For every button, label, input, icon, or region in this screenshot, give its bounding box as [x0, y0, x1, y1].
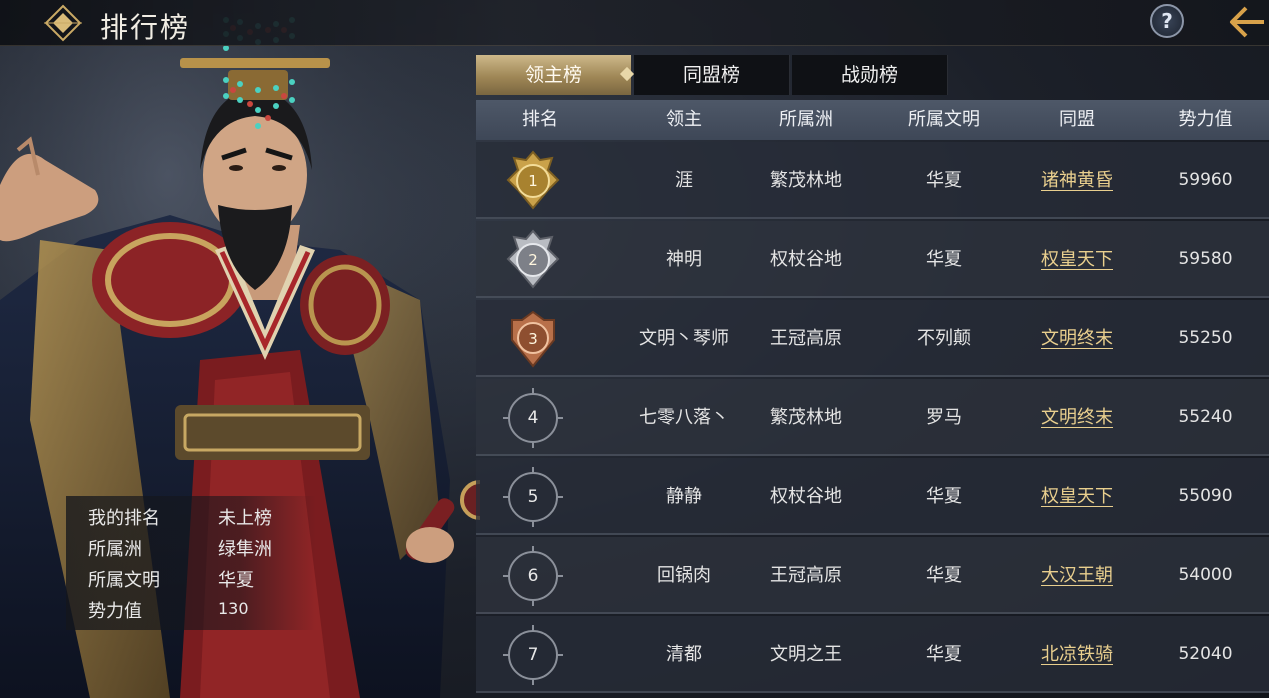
- continent: 权杖谷地: [770, 486, 842, 507]
- tab-merit-ranking[interactable]: 战勋榜: [792, 55, 948, 95]
- column-header-power: 势力值: [1178, 109, 1233, 130]
- alliance-link[interactable]: 北凉铁骑: [1012, 616, 1142, 693]
- gold-medal-icon: 1: [500, 148, 566, 214]
- back-arrow-icon[interactable]: [1224, 2, 1266, 42]
- column-header-continent: 所属洲: [779, 109, 833, 130]
- page-title: 排行榜: [100, 11, 191, 44]
- lord-name: 回锅肉: [657, 565, 711, 586]
- my-continent-label: 所属洲: [88, 539, 142, 560]
- continent: 王冠高原: [770, 565, 842, 586]
- table-row[interactable]: 4 七零八落丶 繁茂林地 罗马 文明终末 55240: [476, 379, 1269, 456]
- table-row[interactable]: 7 清都 文明之王 华夏 北凉铁骑 52040: [476, 616, 1269, 693]
- civilization: 华夏: [926, 170, 962, 191]
- my-civilization-value: 华夏: [218, 570, 254, 591]
- civilization: 不列颠: [917, 328, 971, 349]
- alliance-link[interactable]: 权皇天下: [1012, 221, 1142, 298]
- power-value: 59960: [1178, 170, 1233, 190]
- table-header: 排名 领主 所属洲 所属文明 同盟 势力值: [476, 100, 1269, 140]
- rank-number: 3: [528, 330, 538, 348]
- my-rank-label: 我的排名: [88, 508, 160, 529]
- lord-name: 涯: [675, 170, 693, 191]
- my-ranking-panel: 我的排名 未上榜 所属洲 绿隼洲 所属文明 华夏 势力值 130: [66, 496, 316, 630]
- lord-name: 静静: [666, 486, 702, 507]
- column-header-rank: 排名: [522, 109, 558, 130]
- continent: 繁茂林地: [770, 170, 842, 191]
- my-rank-value: 未上榜: [218, 508, 272, 529]
- civilization: 华夏: [926, 565, 962, 586]
- lord-name: 清都: [666, 644, 702, 665]
- rank-number: 4: [527, 408, 539, 428]
- civilization: 华夏: [926, 249, 962, 270]
- help-button[interactable]: ?: [1150, 4, 1184, 38]
- alliance-link[interactable]: 大汉王朝: [1012, 537, 1142, 614]
- rank-number: 6: [527, 566, 539, 586]
- column-header-civilization: 所属文明: [908, 109, 980, 130]
- my-civilization-label: 所属文明: [88, 570, 160, 591]
- continent: 繁茂林地: [770, 407, 842, 428]
- rank-ring-icon: 6: [500, 543, 566, 609]
- power-value: 55240: [1178, 407, 1233, 427]
- table-row[interactable]: 3 文明丶琴师 王冠高原 不列颠 文明终末 55250: [476, 300, 1269, 377]
- table-row[interactable]: 6 回锅肉 王冠高原 华夏 大汉王朝 54000: [476, 537, 1269, 614]
- tab-alliance-ranking[interactable]: 同盟榜: [634, 55, 790, 95]
- continent: 权杖谷地: [770, 249, 842, 270]
- my-power-label: 势力值: [88, 601, 142, 622]
- rank-ring-icon: 7: [500, 622, 566, 688]
- lord-name: 七零八落丶: [639, 407, 729, 428]
- rank-number: 1: [528, 172, 538, 190]
- civilization: 华夏: [926, 644, 962, 665]
- rank-number: 2: [528, 251, 538, 269]
- alliance-link[interactable]: 文明终末: [1012, 300, 1142, 377]
- alliance-link[interactable]: 权皇天下: [1012, 458, 1142, 535]
- power-value: 52040: [1178, 644, 1233, 664]
- tab-lord-ranking[interactable]: 领主榜: [476, 55, 632, 95]
- rank-number: 7: [527, 645, 539, 665]
- alliance-link[interactable]: 诸神黄昏: [1012, 142, 1142, 219]
- rank-ring-icon: 5: [500, 464, 566, 530]
- lord-name: 神明: [666, 249, 702, 270]
- rank-ring-icon: 4: [500, 385, 566, 451]
- power-value: 59580: [1178, 249, 1233, 269]
- table-row[interactable]: 5 静静 权杖谷地 华夏 权皇天下 55090: [476, 458, 1269, 535]
- table-row[interactable]: 2 神明 权杖谷地 华夏 权皇天下 59580: [476, 221, 1269, 298]
- power-value: 55250: [1178, 328, 1233, 348]
- bronze-medal-icon: 3: [500, 306, 566, 372]
- continent: 文明之王: [770, 644, 842, 665]
- silver-medal-icon: 2: [500, 227, 566, 293]
- lord-name: 文明丶琴师: [639, 328, 729, 349]
- my-continent-value: 绿隼洲: [218, 539, 272, 560]
- civilization: 罗马: [926, 407, 962, 428]
- power-value: 55090: [1178, 486, 1233, 506]
- column-header-alliance: 同盟: [1059, 109, 1095, 130]
- table-row[interactable]: 1 涯 繁茂林地 华夏 诸神黄昏 59960: [476, 142, 1269, 219]
- alliance-link[interactable]: 文明终末: [1012, 379, 1142, 456]
- continent: 王冠高原: [770, 328, 842, 349]
- power-value: 54000: [1178, 565, 1233, 585]
- civilization: 华夏: [926, 486, 962, 507]
- diamond-emblem-icon: [44, 4, 82, 42]
- rank-number: 5: [527, 487, 539, 507]
- top-bar: 排行榜 ?: [0, 0, 1269, 46]
- column-header-lord: 领主: [666, 109, 702, 130]
- my-power-value: 130: [218, 599, 249, 618]
